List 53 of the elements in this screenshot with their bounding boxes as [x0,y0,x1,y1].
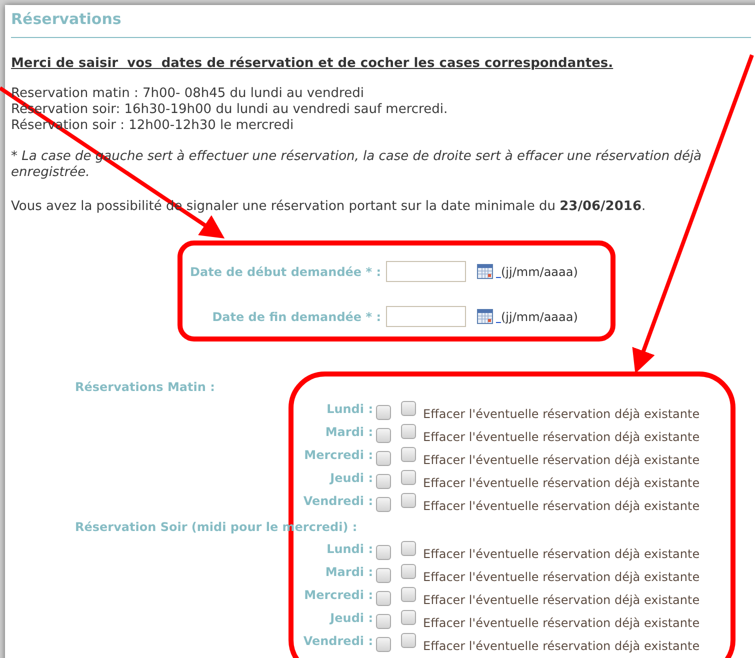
checkbox[interactable] [376,568,391,582]
checkbox[interactable] [401,564,416,580]
clear-label: Effacer l'éventuelle réservation déjà existante [423,592,700,608]
clear-label: Effacer l'éventuelle réservation déjà existante [423,568,700,586]
checkbox[interactable] [401,633,416,648]
group-title: Réservations Matin : [75,379,215,395]
checkbox[interactable] [376,636,391,652]
day-label: Vendredi : [303,633,373,650]
checkbox[interactable] [376,474,391,488]
checkbox[interactable] [376,428,391,442]
clear-label: Effacer l'éventuelle réservation déjà existante [423,638,700,654]
note-line: enregistrée. [11,165,90,181]
checkbox[interactable] [376,450,391,466]
checkbox[interactable] [376,614,391,628]
schedule-line: Reservation matin : 7h00- 08h45 du lundi au vendredi [11,86,364,102]
checkbox[interactable] [401,424,416,440]
day-label: Mercredi : [304,447,373,464]
instructions-heading: Merci de saisir vos dates de réservation et de cocher les cases correspondantes. [11,56,614,72]
clear-label: Effacer l'éventuelle réservation déjà existante [423,406,700,422]
date-field[interactable] [386,261,466,282]
day-label: Vendredi : [303,493,373,510]
calendar-icon[interactable] [477,309,493,324]
day-label: Mercredi : [304,587,373,604]
day-label: Lundi : [326,541,373,558]
clear-label: Effacer l'éventuelle réservation déjà existante [423,428,700,446]
calendar-icon[interactable] [477,264,493,279]
date-field[interactable] [386,306,466,327]
clear-label: Effacer l'éventuelle réservation déjà existante [423,474,700,492]
checkbox[interactable] [401,587,416,602]
date-format-hint: (jj/mm/aaaa) [501,264,578,280]
clear-label: Effacer l'éventuelle réservation déjà existante [423,452,700,468]
date-label: Date de fin demandée * : [212,308,381,326]
checkbox[interactable] [401,493,416,508]
day-label: Jeudi : [330,470,373,487]
checkbox[interactable] [401,610,416,626]
day-label: Jeudi : [330,610,373,627]
day-label: Lundi : [326,401,373,418]
date-label: Date de début demandée * : [190,264,381,280]
clear-label: Effacer l'éventuelle réservation déjà existante [423,498,700,514]
section-title: Réservations [11,9,122,29]
date-format-hint: (jj/mm/aaaa) [501,308,578,326]
day-label: Mardi : [325,564,373,581]
checkbox[interactable] [401,447,416,462]
checkbox[interactable] [376,544,391,560]
checkbox[interactable] [376,404,391,420]
clear-label: Effacer l'éventuelle réservation déjà existante [423,546,700,562]
clear-label: Effacer l'éventuelle réservation déjà existante [423,614,700,632]
checkbox[interactable] [401,541,416,556]
checkbox[interactable] [376,496,391,512]
checkbox[interactable] [401,401,416,416]
checkbox[interactable] [401,470,416,486]
day-label: Mardi : [325,424,373,441]
checkbox[interactable] [376,590,391,606]
